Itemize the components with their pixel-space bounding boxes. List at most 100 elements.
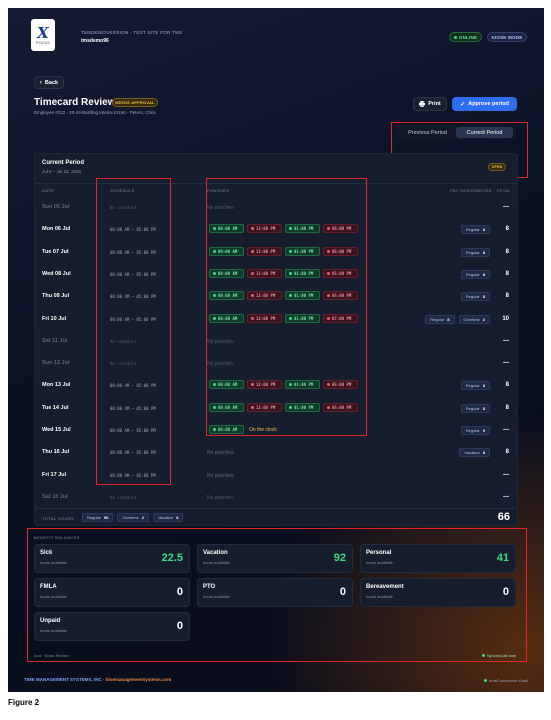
pay-tag: Regular 0: [460, 426, 490, 435]
day-total: 8: [505, 449, 509, 456]
period-open-badge: OPEN: [488, 163, 506, 171]
kiosk-screen: X POCUS TMSDEMOVERSION - TEST SITE FOR T…: [8, 8, 544, 692]
print-button[interactable]: Print: [413, 97, 447, 111]
pay-tags: Regular 8: [460, 269, 490, 279]
highlight-box-benefits: [27, 528, 527, 662]
day-date: Sat 18 Jul: [42, 493, 68, 500]
day-date: Mon 13 Jul: [42, 382, 71, 389]
pay-tag-label: Regular: [465, 294, 480, 300]
day-date: Mon 06 Jul: [42, 226, 71, 233]
figure-caption: Figure 2: [8, 698, 40, 707]
total-tag-label: Regular: [87, 515, 102, 520]
pay-tags: Regular 8: [460, 403, 490, 413]
total-tag-value: 56: [104, 515, 109, 520]
pay-tag-label: Regular: [465, 271, 480, 277]
pay-tag: Regular 8: [460, 292, 490, 302]
no-punches: No punches: [207, 494, 234, 501]
day-total: —: [503, 427, 509, 433]
pay-tag: Overtime 2: [458, 314, 490, 324]
footer-company: TIME MANAGEMENT SYSTEMS, INC · timemanag…: [24, 677, 172, 682]
status-badge: NEEDS APPROVAL: [112, 98, 158, 107]
day-total: 10: [502, 315, 509, 322]
pay-tag: Regular 8: [425, 314, 455, 324]
printer-icon: [419, 101, 426, 107]
chevron-left-icon: ‹: [39, 79, 42, 86]
online-badge: ONLINE: [449, 32, 482, 42]
pay-tag-value: 8: [482, 294, 485, 300]
pay-tag-value: 8: [447, 316, 450, 322]
pay-tag-label: Regular: [430, 316, 445, 322]
period-title: Current Period: [42, 160, 85, 166]
approve-label: Approve period: [468, 101, 509, 107]
pay-tag: Regular 8: [460, 381, 490, 391]
pay-tag: Regular 8: [460, 225, 490, 235]
check-icon: ✓: [460, 101, 466, 108]
pay-tag-label: Regular: [465, 227, 480, 233]
day-total: —: [503, 471, 509, 478]
pay-tags: Vacation 8: [459, 448, 490, 458]
punch-list: No punches: [207, 470, 377, 482]
total-tags: Regular 56 Overtime 2 Vacation 8: [82, 513, 282, 523]
online-dot-icon: [453, 35, 457, 39]
pay-tags: Regular 8 Overtime 2: [425, 314, 490, 324]
pay-tag: Regular 8: [460, 247, 490, 257]
punch-list: No punches: [207, 492, 377, 504]
day-date: Sun 05 Jul: [42, 204, 70, 210]
pay-tag-value: 8: [482, 271, 485, 277]
company-logo: X POCUS: [31, 19, 55, 51]
day-date: Sat 11 Jul: [42, 337, 68, 344]
pay-tag-label: Overtime: [463, 316, 480, 322]
pay-tags: Regular 8: [460, 247, 490, 257]
pay-tag-value: 2: [482, 316, 485, 322]
pay-tags: Regular 8: [460, 381, 490, 391]
back-label: Back: [44, 79, 59, 86]
approve-period-button[interactable]: ✓ Approve period: [452, 97, 517, 111]
total-tag-value: 2: [141, 515, 144, 520]
total-tag: Overtime 2: [117, 513, 149, 522]
kiosk-mode-badge: KIOSK MODE: [487, 32, 527, 42]
no-punches: No punches: [207, 472, 234, 479]
day-date: Thu 09 Jul: [42, 293, 70, 300]
total-tag-label: Vacation: [157, 515, 174, 520]
day-date: Tue 07 Jul: [42, 248, 69, 255]
pay-tag-value: 8: [482, 249, 485, 255]
print-label: Print: [428, 101, 441, 107]
pay-tags: Regular 8: [460, 292, 490, 302]
day-total: —: [503, 493, 509, 500]
day-date: Wed 08 Jul: [42, 270, 71, 277]
day-total: 8: [505, 293, 509, 300]
highlight-box-schedule: [96, 178, 171, 485]
logo-sub: POCUS: [35, 39, 51, 45]
pay-tag-value: 8: [482, 450, 485, 456]
total-tag-label: Overtime: [122, 515, 139, 520]
day-total: —: [503, 204, 509, 210]
day-total: 8: [505, 382, 509, 389]
highlight-box-punches: [206, 178, 367, 436]
period-range: Jul 5 – Jul 18, 2026: [42, 169, 82, 174]
back-button[interactable]: ‹ Back: [34, 76, 64, 89]
no-punches: No punches: [207, 450, 234, 457]
pay-tag-value: 8: [482, 227, 485, 233]
username: tmsdemo96: [81, 38, 109, 44]
pay-tag-label: Regular: [465, 249, 480, 255]
day-total: —: [503, 360, 509, 367]
day-row[interactable]: Sat 18 Jul No schedule No punches —: [35, 487, 517, 510]
pay-tag-value: 0: [482, 428, 485, 433]
col-date-header: DATE: [42, 188, 54, 193]
day-total: 8: [505, 404, 509, 411]
pay-tag-value: 8: [482, 405, 485, 411]
logo-mark: X: [37, 23, 49, 42]
punch-list: No punches: [207, 447, 377, 459]
total-tag: Regular 56: [82, 513, 114, 522]
total-tag-value: 8: [176, 515, 179, 520]
footer-site-link[interactable]: timemanagementsystems.com: [106, 677, 172, 682]
site-name: TMSDEMOVERSION - TEST SITE FOR TMS: [81, 30, 183, 35]
employee-info: Employee #222 · 20-ml-Building Interia-1…: [34, 110, 156, 115]
footer-product: timeConnection Kiosk: [489, 678, 528, 683]
page-title: Timecard Review: [34, 97, 116, 108]
day-total: —: [503, 337, 509, 344]
day-date: Tue 14 Jul: [42, 404, 69, 411]
pay-tags: Regular 8: [460, 225, 490, 235]
footer-company-name: TIME MANAGEMENT SYSTEMS, INC: [24, 677, 102, 682]
online-label: ONLINE: [458, 34, 478, 40]
